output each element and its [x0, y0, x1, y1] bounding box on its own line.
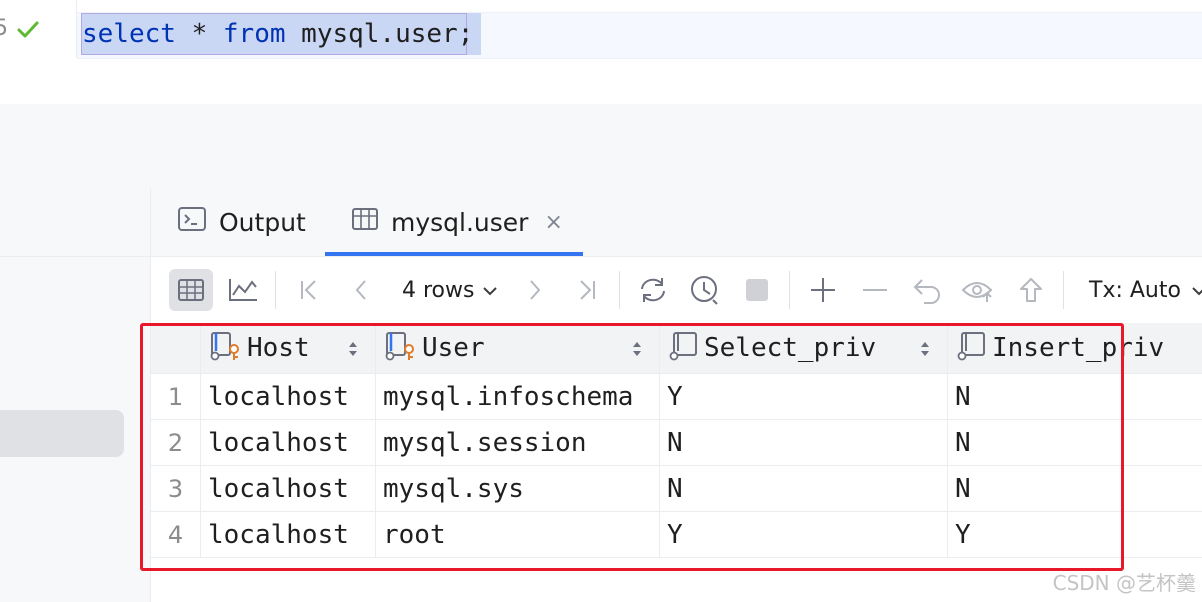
- cell-select-priv[interactable]: Y: [660, 512, 948, 557]
- cell-select-priv[interactable]: N: [660, 466, 948, 511]
- services-tree-header: [0, 188, 150, 257]
- rows-dropdown[interactable]: 4 rows: [402, 269, 498, 311]
- column-header-insert-priv[interactable]: Insert_priv: [948, 323, 1202, 374]
- stop-icon[interactable]: [735, 269, 779, 311]
- table-row[interactable]: 3 localhost mysql.sys N N: [151, 466, 1202, 512]
- tx-mode-label: Tx: Auto: [1089, 277, 1181, 303]
- cell-user[interactable]: mysql.infoschema: [376, 374, 660, 419]
- results-tabs: Output mysql.user ×: [151, 188, 1202, 257]
- column-header-user[interactable]: User: [376, 323, 660, 374]
- add-row-icon[interactable]: [801, 269, 845, 311]
- line-number: 5: [0, 16, 8, 41]
- key-column-icon: [209, 331, 243, 365]
- submit-icon[interactable]: [1009, 269, 1053, 311]
- chevron-down-icon: [1191, 278, 1202, 303]
- close-icon[interactable]: ×: [544, 210, 562, 235]
- sql-editor[interactable]: 5 select * from mysql.user;: [0, 0, 1202, 105]
- services-tree-panel: [0, 188, 151, 602]
- toolbar-separator: [275, 271, 276, 309]
- transaction-mode-dropdown[interactable]: Tx: Auto: [1089, 269, 1202, 311]
- cell-host[interactable]: localhost: [201, 374, 376, 419]
- editor-bottom-band: [0, 104, 1202, 188]
- sql-statement[interactable]: select * from mysql.user;: [82, 18, 473, 50]
- rows-label: 4 rows: [402, 277, 475, 303]
- prev-page-icon[interactable]: [339, 269, 383, 311]
- cell-insert-priv[interactable]: N: [948, 466, 1202, 511]
- cell-select-priv[interactable]: Y: [660, 374, 948, 419]
- tab-output[interactable]: Output: [177, 188, 306, 256]
- preview-icon[interactable]: [957, 269, 1001, 311]
- code-text: *: [175, 19, 223, 49]
- tab-mysql-user-label: mysql.user: [391, 207, 529, 237]
- cell-host[interactable]: localhost: [201, 420, 376, 465]
- active-tab-indicator: [325, 252, 583, 256]
- sort-icon[interactable]: [919, 339, 931, 363]
- keyword-select: select: [82, 19, 176, 49]
- next-page-icon[interactable]: [513, 269, 557, 311]
- first-page-icon[interactable]: [287, 269, 331, 311]
- toolbar-separator: [619, 271, 620, 309]
- revert-icon[interactable]: [905, 269, 949, 311]
- toolbar-separator: [1063, 271, 1064, 309]
- key-column-icon: [384, 331, 418, 365]
- keyword-from: from: [222, 19, 286, 49]
- results-toolbar: 4 rows Tx: Auto: [151, 257, 1202, 323]
- column-icon: [668, 331, 700, 365]
- watermark: CSDN @艺杯羹: [1052, 571, 1196, 595]
- cell-host[interactable]: localhost: [201, 512, 376, 557]
- column-name: Host: [247, 333, 310, 363]
- table-row[interactable]: 1 localhost mysql.infoschema Y N: [151, 374, 1202, 420]
- row-number: 4: [151, 512, 201, 557]
- row-number: 2: [151, 420, 201, 465]
- tab-output-label: Output: [219, 207, 306, 237]
- cell-user[interactable]: mysql.session: [376, 420, 660, 465]
- row-number-header: [151, 323, 201, 374]
- column-header-host[interactable]: Host: [201, 323, 376, 374]
- chart-view-icon[interactable]: [221, 269, 265, 311]
- table-view-icon[interactable]: [169, 269, 213, 311]
- results-grid: Host User Select_priv Insert_priv 1 loca…: [151, 323, 1202, 602]
- cell-insert-priv[interactable]: Y: [948, 512, 1202, 557]
- results-panel: Output mysql.user × 4 rows Tx: Auto Host…: [151, 188, 1202, 602]
- table-icon: [351, 207, 379, 237]
- console-icon: [177, 206, 207, 238]
- table-row[interactable]: 2 localhost mysql.session N N: [151, 420, 1202, 466]
- table-row[interactable]: 4 localhost root Y Y: [151, 512, 1202, 558]
- row-number: 1: [151, 374, 201, 419]
- sort-icon[interactable]: [347, 339, 359, 363]
- cell-user[interactable]: root: [376, 512, 660, 557]
- chevron-down-icon: [482, 278, 498, 303]
- sort-icon[interactable]: [631, 339, 643, 363]
- cell-insert-priv[interactable]: N: [948, 374, 1202, 419]
- code-semicolon: ;: [457, 19, 474, 49]
- cell-select-priv[interactable]: N: [660, 420, 948, 465]
- column-name: Insert_priv: [992, 333, 1165, 363]
- cell-user[interactable]: mysql.sys: [376, 466, 660, 511]
- history-icon[interactable]: [683, 269, 727, 311]
- checkmark-icon: [16, 20, 40, 44]
- tab-mysql-user[interactable]: mysql.user ×: [351, 188, 563, 256]
- last-page-icon[interactable]: [565, 269, 609, 311]
- cell-insert-priv[interactable]: N: [948, 420, 1202, 465]
- row-number: 3: [151, 466, 201, 511]
- cell-host[interactable]: localhost: [201, 466, 376, 511]
- reload-icon[interactable]: [631, 269, 675, 311]
- code-text: mysql.user: [285, 19, 458, 49]
- toolbar-separator: [789, 271, 790, 309]
- delete-row-icon[interactable]: [853, 269, 897, 311]
- selected-tree-node[interactable]: [0, 410, 124, 457]
- column-header-select-priv[interactable]: Select_priv: [660, 323, 948, 374]
- column-name: User: [422, 333, 485, 363]
- column-icon: [956, 331, 988, 365]
- column-name: Select_priv: [704, 333, 877, 363]
